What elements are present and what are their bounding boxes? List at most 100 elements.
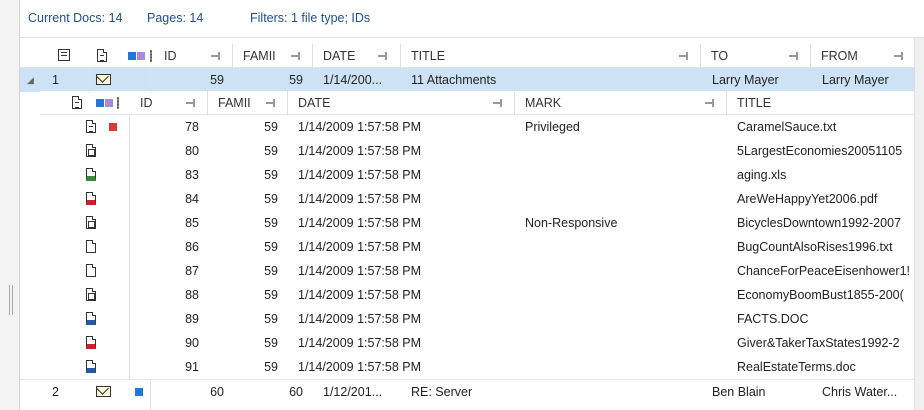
pages-count: Pages: 14 [147, 11, 204, 25]
table-row[interactable]: 89 59 1/14/2009 1:57:58 PM FACTS.DOC [40, 307, 916, 331]
doctype-header-icon[interactable] [72, 96, 82, 109]
column-header-family[interactable]: FAMII [233, 44, 313, 68]
table-row[interactable]: 87 59 1/14/2009 1:57:58 PM ChanceForPeac… [40, 259, 916, 283]
table-row[interactable]: 2 60 60 1/12/201... RE: Server Ben Blain… [20, 379, 916, 403]
pin-icon[interactable] [789, 52, 799, 60]
child-column-header-id-label: ID [140, 96, 153, 110]
table-row[interactable]: ◢ 1 59 59 1/14/200... 11 Attachments Lar… [20, 68, 916, 92]
word-doc-icon [86, 312, 96, 325]
cell-mark [525, 235, 725, 259]
column-header-title-label: TITLE [411, 49, 446, 63]
pin-icon[interactable] [211, 52, 221, 60]
table-row[interactable]: 84 59 1/14/2009 1:57:58 PM AreWeHappyYet… [40, 187, 916, 211]
left-panel-rail [0, 0, 20, 410]
parent-icon-divider [150, 68, 151, 92]
pdf-icon [86, 192, 96, 205]
pdf-icon [86, 336, 96, 349]
cell-family: 59 [264, 216, 278, 230]
cell-title: ChanceForPeaceEisenhower1! [737, 264, 911, 278]
pin-icon[interactable] [266, 99, 276, 107]
word-doc-icon [86, 360, 96, 373]
cell-family: 59 [264, 240, 278, 254]
pin-icon[interactable] [679, 52, 689, 60]
filters-summary[interactable]: Filters: 1 file type; IDs [250, 11, 370, 25]
cell-title: 5LargestEconomies20051105 [737, 144, 903, 158]
cell-family: 59 [264, 120, 278, 134]
column-header-from[interactable]: FROM [811, 44, 916, 68]
cell-id: 83 [185, 168, 199, 182]
column-header-title[interactable]: TITLE [401, 44, 701, 68]
tag-blue-icon [128, 52, 136, 60]
child-column-header-id[interactable]: ID [130, 91, 208, 115]
table-row[interactable]: 80 59 1/14/2009 1:57:58 PM 5LargestEcono… [40, 139, 916, 163]
column-header-id-label: ID [164, 49, 177, 63]
panel-resize-grip[interactable] [9, 285, 13, 315]
cell-title: FACTS.DOC [737, 312, 809, 326]
tag-purple-icon [137, 52, 145, 60]
cell-date: 1/14/2009 1:57:58 PM [298, 264, 422, 278]
column-header-date-label: DATE [323, 49, 356, 63]
image-doc-icon [86, 288, 96, 301]
table-row[interactable]: 88 59 1/14/2009 1:57:58 PM EconomyBoomBu… [40, 283, 916, 307]
cell-date: 1/14/2009 1:57:58 PM [298, 240, 422, 254]
column-chooser-icon[interactable] [150, 50, 152, 62]
pin-icon[interactable] [894, 52, 904, 60]
table-row[interactable]: 90 59 1/14/2009 1:57:58 PM Giver&TakerTa… [40, 331, 916, 355]
sort-documents-icon[interactable] [58, 49, 70, 61]
column-header-id[interactable]: ID [154, 44, 233, 68]
cell-date: 1/14/2009 1:57:58 PM [298, 336, 422, 350]
cell-mark [525, 355, 725, 379]
cell-mark [525, 163, 725, 187]
pin-icon[interactable] [186, 99, 196, 107]
tag-blue-icon [135, 388, 143, 396]
table-row[interactable]: 78 59 1/14/2009 1:57:58 PM Privileged Ca… [40, 115, 916, 139]
pin-icon[interactable] [291, 52, 301, 60]
child-column-header-date[interactable]: DATE [288, 91, 515, 115]
pin-icon[interactable] [705, 99, 715, 107]
doctype-header-icon[interactable] [97, 49, 107, 62]
cell-title: Giver&TakerTaxStates1992-2 [737, 336, 900, 350]
cell-family: 59 [289, 73, 303, 87]
image-doc-icon [86, 216, 96, 229]
cell-id: 87 [185, 264, 199, 278]
child-grid-header: ID FAMII DATE MARK TITLE [40, 91, 916, 115]
pin-icon[interactable] [493, 99, 503, 107]
tag-blue-icon [96, 99, 104, 107]
cell-mark [525, 259, 725, 283]
cell-date: 1/14/2009 1:57:58 PM [298, 144, 422, 158]
pin-icon[interactable] [378, 52, 388, 60]
cell-family: 59 [264, 168, 278, 182]
column-header-date[interactable]: DATE [313, 44, 401, 68]
cell-id: 90 [185, 336, 199, 350]
column-header-to[interactable]: TO [701, 44, 811, 68]
cell-id: 60 [210, 385, 224, 399]
parent-icon-divider [88, 68, 89, 92]
child-column-header-family[interactable]: FAMII [208, 91, 288, 115]
table-row[interactable]: 86 59 1/14/2009 1:57:58 PM BugCountAlsoR… [40, 235, 916, 259]
cell-date: 1/14/2009 1:57:58 PM [298, 288, 422, 302]
cell-title: BugCountAlsoRises1996.txt [737, 240, 893, 254]
parent-icon-divider [150, 379, 151, 410]
cell-family: 59 [264, 264, 278, 278]
vertical-scrollbar[interactable] [914, 38, 924, 410]
child-column-header-mark[interactable]: MARK [515, 91, 727, 115]
collapse-row-icon[interactable]: ◢ [27, 68, 37, 92]
cell-date: 1/14/2009 1:57:58 PM [298, 168, 422, 182]
image-doc-icon [86, 144, 96, 157]
cell-date: 1/14/200... [323, 73, 383, 87]
cell-title: aging.xls [737, 168, 787, 182]
table-row[interactable]: 91 59 1/14/2009 1:57:58 PM RealEstateTer… [40, 355, 916, 379]
table-row[interactable]: 83 59 1/14/2009 1:57:58 PM aging.xls [40, 163, 916, 187]
envelope-icon [96, 386, 111, 397]
text-doc-icon [86, 264, 96, 277]
column-header-family-label: FAMII [243, 49, 276, 63]
spreadsheet-icon [86, 168, 96, 181]
cell-to: Larry Mayer [712, 73, 779, 87]
cell-date: 1/12/201... [323, 385, 383, 399]
cell-mark [525, 139, 725, 163]
child-column-header-date-label: DATE [298, 96, 331, 110]
column-chooser-icon[interactable] [117, 97, 119, 109]
text-doc-icon [86, 120, 96, 133]
table-row[interactable]: 85 59 1/14/2009 1:57:58 PM Non-Responsiv… [40, 211, 916, 235]
child-column-header-title[interactable]: TITLE [727, 91, 916, 115]
